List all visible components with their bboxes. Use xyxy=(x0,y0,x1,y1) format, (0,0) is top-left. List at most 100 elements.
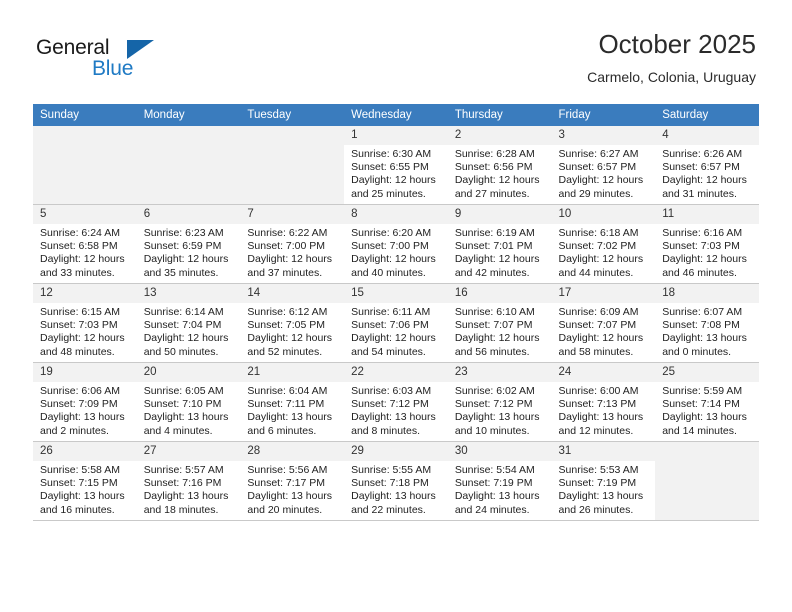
sunset-time: Sunset: 7:01 PM xyxy=(454,240,533,253)
calendar-day-cell[interactable]: 30 Sunrise: 5:54 AM Sunset: 7:19 PM Dayligh… xyxy=(447,441,552,521)
day-sun-info: Sunrise: 5:58 AM Sunset: 7:15 PM Daylight:… xyxy=(33,461,137,517)
calendar-cell-inner: 15 Sunrise: 6:11 AM Sunset: 7:06 PM Dayligh… xyxy=(344,284,448,362)
calendar-day-cell[interactable]: 23 Sunrise: 6:02 AM Sunset: 7:12 PM Dayligh… xyxy=(447,362,552,442)
daylight-duration-line1: Daylight: 12 hours xyxy=(351,253,436,266)
sunrise-time: Sunrise: 5:57 AM xyxy=(143,464,224,476)
calendar-day-cell[interactable]: 24 Sunrise: 6:00 AM Sunset: 7:13 PM Dayligh… xyxy=(551,362,656,442)
calendar-day-cell[interactable]: 26 Sunrise: 5:58 AM Sunset: 7:15 PM Dayligh… xyxy=(33,441,137,521)
sunset-time: Sunset: 7:02 PM xyxy=(558,240,637,253)
title-block: October 2025 Carmelo, Colonia, Uruguay xyxy=(587,28,756,86)
day-number: 10 xyxy=(551,205,656,224)
calendar-day-cell[interactable]: 11 Sunrise: 6:16 AM Sunset: 7:03 PM Dayligh… xyxy=(655,204,759,284)
daylight-duration-line1: Daylight: 13 hours xyxy=(558,411,644,424)
day-number: 31 xyxy=(551,442,656,461)
calendar-day-cell[interactable]: 16 Sunrise: 6:10 AM Sunset: 7:07 PM Dayligh… xyxy=(447,283,552,363)
day-number: 16 xyxy=(447,284,552,303)
day-number: 27 xyxy=(136,442,241,461)
calendar-day-cell[interactable]: 29 Sunrise: 5:55 AM Sunset: 7:18 PM Dayligh… xyxy=(344,441,448,521)
calendar-day-cell[interactable]: 10 Sunrise: 6:18 AM Sunset: 7:02 PM Dayligh… xyxy=(551,204,656,284)
calendar-day-cell[interactable]: 22 Sunrise: 6:03 AM Sunset: 7:12 PM Dayligh… xyxy=(344,362,448,442)
sunrise-time: Sunrise: 6:11 AM xyxy=(351,306,431,318)
sunrise-time: Sunrise: 6:05 AM xyxy=(143,385,224,397)
sunset-time: Sunset: 7:03 PM xyxy=(662,240,740,253)
calendar-cell-inner: 26 Sunrise: 5:58 AM Sunset: 7:15 PM Dayligh… xyxy=(33,442,137,520)
calendar-cell-inner xyxy=(33,126,137,204)
calendar-day-cell[interactable]: 21 Sunrise: 6:04 AM Sunset: 7:11 PM Dayligh… xyxy=(240,362,345,442)
daylight-duration-line2: and 2 minutes. xyxy=(40,424,109,437)
daylight-duration-line2: and 8 minutes. xyxy=(351,424,420,437)
sunrise-time: Sunrise: 6:06 AM xyxy=(40,385,120,397)
calendar-day-cell[interactable]: 2 Sunrise: 6:28 AM Sunset: 6:56 PM Daylight… xyxy=(447,126,552,205)
weekday-header-tuesday: Tuesday xyxy=(240,104,345,126)
calendar-cell-inner: 2 Sunrise: 6:28 AM Sunset: 6:56 PM Daylight… xyxy=(447,126,552,204)
calendar-cell-inner: 13 Sunrise: 6:14 AM Sunset: 7:04 PM Dayligh… xyxy=(136,284,241,362)
calendar-cell-inner: 18 Sunrise: 6:07 AM Sunset: 7:08 PM Dayligh… xyxy=(655,284,759,362)
day-number: 23 xyxy=(447,363,552,382)
day-sun-info: Sunrise: 6:26 AM Sunset: 6:57 PM Daylight:… xyxy=(655,145,759,201)
calendar-day-cell[interactable]: 19 Sunrise: 6:06 AM Sunset: 7:09 PM Dayligh… xyxy=(33,362,137,442)
day-number: 15 xyxy=(344,284,448,303)
calendar-day-cell[interactable]: 14 Sunrise: 6:12 AM Sunset: 7:05 PM Dayligh… xyxy=(240,283,345,363)
sunrise-time: Sunrise: 5:55 AM xyxy=(351,464,432,476)
day-sun-info: Sunrise: 6:12 AM Sunset: 7:05 PM Daylight:… xyxy=(240,303,344,359)
calendar-day-cell[interactable]: 18 Sunrise: 6:07 AM Sunset: 7:08 PM Dayligh… xyxy=(655,283,759,363)
calendar-day-cell[interactable]: 27 Sunrise: 5:57 AM Sunset: 7:16 PM Dayligh… xyxy=(136,441,241,521)
calendar-day-cell[interactable]: 28 Sunrise: 5:56 AM Sunset: 7:17 PM Dayligh… xyxy=(240,441,345,521)
calendar-day-cell[interactable]: 3 Sunrise: 6:27 AM Sunset: 6:57 PM Daylight… xyxy=(551,126,656,205)
daylight-duration-line2: and 10 minutes. xyxy=(454,424,530,437)
daylight-duration-line1: Daylight: 13 hours xyxy=(40,411,125,424)
day-number: 5 xyxy=(33,205,137,224)
calendar-day-cell[interactable]: 13 Sunrise: 6:14 AM Sunset: 7:04 PM Dayligh… xyxy=(136,283,241,363)
calendar-cell-inner: 6 Sunrise: 6:23 AM Sunset: 6:59 PM Daylight… xyxy=(136,205,241,283)
daylight-duration-line2: and 0 minutes. xyxy=(662,345,732,358)
calendar-day-cell[interactable]: 31 Sunrise: 5:53 AM Sunset: 7:19 PM Dayligh… xyxy=(551,441,656,521)
calendar-cell-inner: 11 Sunrise: 6:16 AM Sunset: 7:03 PM Dayligh… xyxy=(655,205,759,283)
calendar-day-cell[interactable]: 1 Sunrise: 6:30 AM Sunset: 6:55 PM Daylight… xyxy=(344,126,448,205)
day-sun-info: Sunrise: 6:23 AM Sunset: 6:59 PM Daylight:… xyxy=(137,224,241,280)
daylight-duration-line2: and 56 minutes. xyxy=(454,345,530,358)
day-number: 20 xyxy=(136,363,241,382)
day-sun-info: Sunrise: 6:04 AM Sunset: 7:11 PM Daylight:… xyxy=(240,382,344,438)
sunset-time: Sunset: 7:10 PM xyxy=(143,398,222,411)
sunrise-time: Sunrise: 6:26 AM xyxy=(662,148,743,160)
daylight-duration-line2: and 26 minutes. xyxy=(558,503,634,516)
daylight-duration-line2: and 20 minutes. xyxy=(247,503,323,516)
calendar-cell-inner: 27 Sunrise: 5:57 AM Sunset: 7:16 PM Dayligh… xyxy=(136,442,241,520)
calendar-cell-empty xyxy=(33,126,137,205)
daylight-duration-line1: Daylight: 13 hours xyxy=(40,490,125,503)
calendar-day-cell[interactable]: 8 Sunrise: 6:20 AM Sunset: 7:00 PM Daylight… xyxy=(344,204,448,284)
calendar-cell-inner xyxy=(137,126,241,204)
calendar-day-cell[interactable]: 17 Sunrise: 6:09 AM Sunset: 7:07 PM Dayligh… xyxy=(551,283,656,363)
page-header: General Blue October 2025 Carmelo, Colon… xyxy=(0,0,792,104)
daylight-duration-line1: Daylight: 12 hours xyxy=(351,332,436,345)
daylight-duration-line1: Daylight: 13 hours xyxy=(454,490,540,503)
calendar-cell-inner xyxy=(655,442,759,520)
sunset-time: Sunset: 7:16 PM xyxy=(143,477,222,490)
calendar-day-cell[interactable]: 15 Sunrise: 6:11 AM Sunset: 7:06 PM Dayligh… xyxy=(344,283,448,363)
daylight-duration-line2: and 22 minutes. xyxy=(351,503,426,516)
calendar-page: General Blue October 2025 Carmelo, Colon… xyxy=(0,0,792,612)
calendar-day-cell[interactable]: 6 Sunrise: 6:23 AM Sunset: 6:59 PM Daylight… xyxy=(136,204,241,284)
sunset-time: Sunset: 7:05 PM xyxy=(247,319,326,332)
page-subtitle: Carmelo, Colonia, Uruguay xyxy=(587,69,756,85)
calendar-day-cell[interactable]: 9 Sunrise: 6:19 AM Sunset: 7:01 PM Daylight… xyxy=(447,204,552,284)
sunset-time: Sunset: 7:07 PM xyxy=(454,319,533,332)
brand-logo[interactable]: General Blue xyxy=(36,36,236,88)
day-number: 4 xyxy=(655,126,759,145)
day-sun-info: Sunrise: 6:09 AM Sunset: 7:07 PM Daylight:… xyxy=(552,303,656,359)
daylight-duration-line2: and 12 minutes. xyxy=(558,424,634,437)
calendar-day-cell[interactable]: 5 Sunrise: 6:24 AM Sunset: 6:58 PM Daylight… xyxy=(33,204,137,284)
calendar-day-cell[interactable]: 7 Sunrise: 6:22 AM Sunset: 7:00 PM Daylight… xyxy=(240,204,345,284)
sunset-time: Sunset: 7:19 PM xyxy=(558,477,637,490)
calendar-day-cell[interactable]: 4 Sunrise: 6:26 AM Sunset: 6:57 PM Daylight… xyxy=(655,126,759,205)
calendar-day-cell[interactable]: 25 Sunrise: 5:59 AM Sunset: 7:14 PM Dayligh… xyxy=(655,362,759,442)
daylight-duration-line1: Daylight: 12 hours xyxy=(558,253,644,266)
calendar-day-cell[interactable]: 20 Sunrise: 6:05 AM Sunset: 7:10 PM Dayligh… xyxy=(136,362,241,442)
calendar-day-cell[interactable]: 12 Sunrise: 6:15 AM Sunset: 7:03 PM Dayligh… xyxy=(33,283,137,363)
daylight-duration-line2: and 50 minutes. xyxy=(143,345,219,358)
sunrise-time: Sunrise: 5:58 AM xyxy=(40,464,120,476)
day-number: 2 xyxy=(447,126,552,145)
daylight-duration-line2: and 31 minutes. xyxy=(662,187,737,200)
calendar-cell-inner: 10 Sunrise: 6:18 AM Sunset: 7:02 PM Dayligh… xyxy=(551,205,656,283)
sunrise-time: Sunrise: 6:15 AM xyxy=(40,306,120,318)
